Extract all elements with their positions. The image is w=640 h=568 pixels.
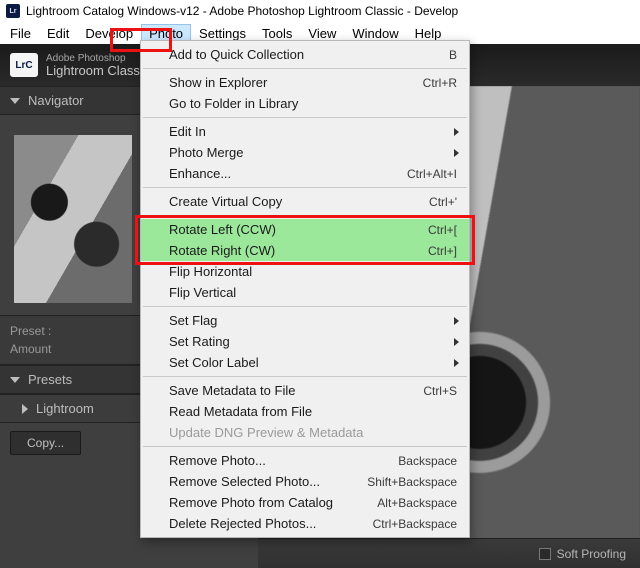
menu-develop[interactable]: Develop	[77, 24, 141, 43]
menu-item-shortcut: Ctrl+Backspace	[373, 517, 457, 531]
menu-item-shortcut: Ctrl+R	[423, 76, 457, 90]
soft-proofing-checkbox[interactable]	[539, 548, 551, 560]
menu-item-label: Set Rating	[169, 334, 457, 349]
menu-item[interactable]: Set Rating	[141, 331, 469, 352]
menu-item-label: Edit In	[169, 124, 457, 139]
menu-item[interactable]: Edit In	[141, 121, 469, 142]
menu-item-label: Flip Vertical	[169, 285, 457, 300]
menu-item-shortcut: Ctrl+S	[423, 384, 457, 398]
menu-item[interactable]: Go to Folder in Library	[141, 93, 469, 114]
lrc-badge: LrC	[10, 53, 38, 77]
chevron-right-icon	[454, 317, 459, 325]
chevron-right-icon	[454, 149, 459, 157]
menu-item-label: Set Color Label	[169, 355, 457, 370]
menu-item-shortcut: B	[449, 48, 457, 62]
chevron-right-icon	[454, 338, 459, 346]
menu-item-label: Create Virtual Copy	[169, 194, 419, 209]
menu-item[interactable]: Show in Explorer Ctrl+R	[141, 72, 469, 93]
menu-item-label: Photo Merge	[169, 145, 457, 160]
menu-edit[interactable]: Edit	[39, 24, 77, 43]
presets-sub-label: Lightroom	[36, 401, 94, 416]
menu-item-label: Rotate Left (CCW)	[169, 222, 418, 237]
menu-item[interactable]: Set Flag	[141, 310, 469, 331]
menu-item-label: Go to Folder in Library	[169, 96, 457, 111]
menu-item[interactable]: Remove Selected Photo... Shift+Backspace	[141, 471, 469, 492]
menu-file[interactable]: File	[2, 24, 39, 43]
app-icon: Lr	[6, 4, 20, 18]
menu-separator	[143, 376, 467, 377]
menu-item[interactable]: Save Metadata to File Ctrl+S	[141, 380, 469, 401]
presets-label: Presets	[28, 372, 72, 387]
copy-button[interactable]: Copy...	[10, 431, 81, 455]
menu-item-shortcut: Ctrl+'	[429, 195, 457, 209]
menu-item-label: Enhance...	[169, 166, 397, 181]
toolbar-bottom: Soft Proofing	[258, 538, 640, 568]
menu-item[interactable]: Flip Horizontal	[141, 261, 469, 282]
preset-label: Preset :	[10, 324, 51, 338]
menu-item-label: Save Metadata to File	[169, 383, 413, 398]
menu-item: Update DNG Preview & Metadata	[141, 422, 469, 443]
menu-item-label: Update DNG Preview & Metadata	[169, 425, 457, 440]
menu-item-shortcut: Alt+Backspace	[377, 496, 457, 510]
menu-item-label: Add to Quick Collection	[169, 47, 439, 62]
menu-item[interactable]: Set Color Label	[141, 352, 469, 373]
title-bar: Lr Lightroom Catalog Windows-v12 - Adobe…	[0, 0, 640, 22]
menu-item[interactable]: Enhance... Ctrl+Alt+I	[141, 163, 469, 184]
window-title: Lightroom Catalog Windows-v12 - Adobe Ph…	[26, 4, 458, 18]
menu-item-shortcut: Shift+Backspace	[367, 475, 457, 489]
menu-item[interactable]: Flip Vertical	[141, 282, 469, 303]
menu-item-shortcut: Backspace	[398, 454, 457, 468]
menu-item[interactable]: Read Metadata from File	[141, 401, 469, 422]
menu-item[interactable]: Add to Quick Collection B	[141, 44, 469, 65]
menu-item-label: Read Metadata from File	[169, 404, 457, 419]
menu-item[interactable]: Rotate Right (CW) Ctrl+]	[141, 240, 469, 261]
amount-label: Amount	[10, 342, 51, 356]
menu-separator	[143, 68, 467, 69]
chevron-right-icon	[22, 404, 28, 414]
menu-item-label: Remove Selected Photo...	[169, 474, 357, 489]
menu-item[interactable]: Remove Photo from Catalog Alt+Backspace	[141, 492, 469, 513]
menu-item-label: Delete Rejected Photos...	[169, 516, 363, 531]
navigator-thumbnail[interactable]	[14, 135, 132, 303]
menu-item[interactable]: Delete Rejected Photos... Ctrl+Backspace	[141, 513, 469, 534]
menu-item-label: Remove Photo from Catalog	[169, 495, 367, 510]
chevron-down-icon	[10, 377, 20, 383]
menu-separator	[143, 306, 467, 307]
menu-item[interactable]: Photo Merge	[141, 142, 469, 163]
chevron-down-icon	[10, 98, 20, 104]
chevron-right-icon	[454, 359, 459, 367]
menu-item[interactable]: Remove Photo... Backspace	[141, 450, 469, 471]
menu-item-label: Show in Explorer	[169, 75, 413, 90]
navigator-label: Navigator	[28, 93, 84, 108]
menu-separator	[143, 446, 467, 447]
brand-text: Adobe Photoshop Lightroom Classic	[46, 53, 149, 77]
menu-item-label: Rotate Right (CW)	[169, 243, 418, 258]
chevron-right-icon	[454, 128, 459, 136]
menu-item-shortcut: Ctrl+]	[428, 244, 457, 258]
menu-item-label: Remove Photo...	[169, 453, 388, 468]
menu-item-label: Flip Horizontal	[169, 264, 457, 279]
menu-item[interactable]: Create Virtual Copy Ctrl+'	[141, 191, 469, 212]
photo-menu-dropdown: Add to Quick Collection B Show in Explorer…	[140, 40, 470, 538]
menu-item[interactable]: Rotate Left (CCW) Ctrl+[	[141, 219, 469, 240]
menu-item-shortcut: Ctrl+Alt+I	[407, 167, 457, 181]
menu-item-shortcut: Ctrl+[	[428, 223, 457, 237]
menu-separator	[143, 215, 467, 216]
soft-proofing-label: Soft Proofing	[557, 547, 626, 561]
menu-separator	[143, 117, 467, 118]
menu-separator	[143, 187, 467, 188]
menu-item-label: Set Flag	[169, 313, 457, 328]
